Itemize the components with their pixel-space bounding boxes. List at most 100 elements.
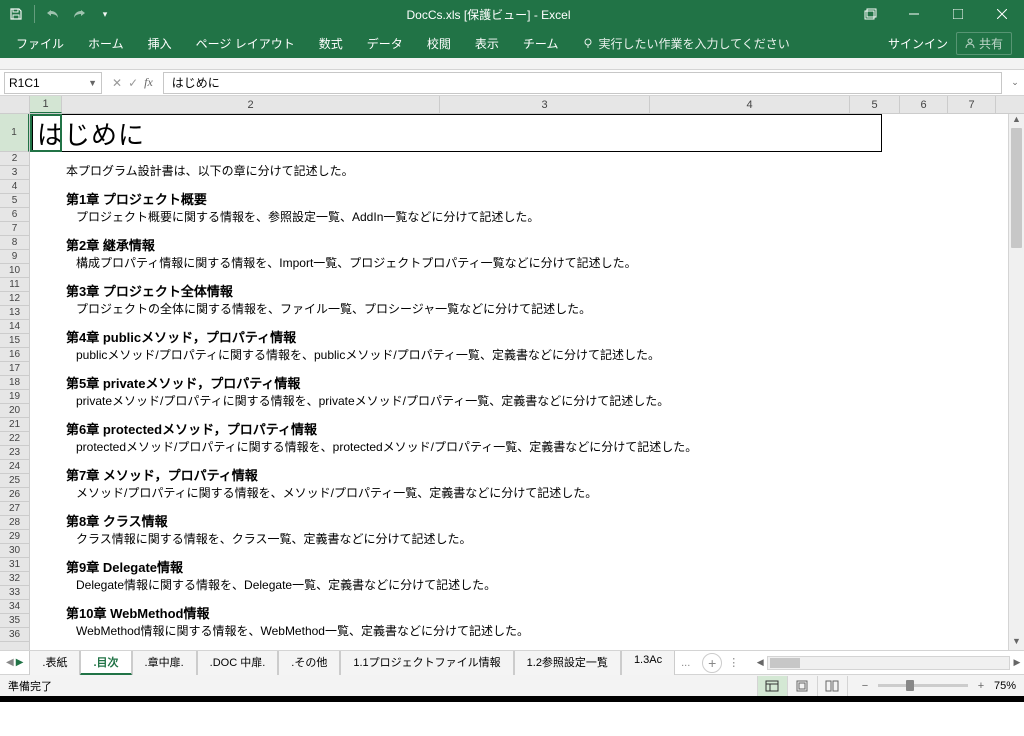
vertical-scrollbar[interactable]: ▲ ▼ bbox=[1008, 114, 1024, 650]
row-header[interactable]: 8 bbox=[0, 236, 29, 250]
tab-page-layout[interactable]: ページ レイアウト bbox=[184, 28, 307, 58]
save-icon[interactable] bbox=[8, 6, 24, 22]
tab-view[interactable]: 表示 bbox=[463, 28, 511, 58]
column-header[interactable]: 2 bbox=[62, 96, 440, 113]
row-header[interactable]: 18 bbox=[0, 376, 29, 390]
row-header[interactable]: 9 bbox=[0, 250, 29, 264]
tab-review[interactable]: 校閲 bbox=[415, 28, 463, 58]
row-header[interactable]: 28 bbox=[0, 516, 29, 530]
view-page-break-button[interactable] bbox=[818, 676, 848, 696]
row-header[interactable]: 4 bbox=[0, 180, 29, 194]
row-header[interactable]: 26 bbox=[0, 488, 29, 502]
tab-data[interactable]: データ bbox=[355, 28, 415, 58]
sheet-tab[interactable]: .目次 bbox=[80, 651, 131, 675]
maximize-button[interactable] bbox=[936, 0, 980, 28]
new-sheet-button[interactable]: + bbox=[702, 653, 722, 673]
chevron-down-icon[interactable]: ▼ bbox=[88, 78, 97, 88]
column-header[interactable]: 5 bbox=[850, 96, 900, 113]
tab-file[interactable]: ファイル bbox=[4, 28, 76, 58]
sheet-nav-prev-icon[interactable]: ◀ bbox=[6, 657, 14, 668]
row-header[interactable]: 34 bbox=[0, 600, 29, 614]
enter-icon[interactable]: ✓ bbox=[128, 76, 138, 90]
column-header[interactable]: 3 bbox=[440, 96, 650, 113]
row-header[interactable]: 35 bbox=[0, 614, 29, 628]
row-header[interactable]: 10 bbox=[0, 264, 29, 278]
sheet-nav-next-icon[interactable]: ▶ bbox=[16, 657, 24, 668]
tab-split-handle[interactable]: ⋮ bbox=[722, 656, 745, 669]
row-header[interactable]: 30 bbox=[0, 544, 29, 558]
tab-insert[interactable]: 挿入 bbox=[136, 28, 184, 58]
row-header[interactable]: 6 bbox=[0, 208, 29, 222]
row-header[interactable]: 21 bbox=[0, 418, 29, 432]
row-header[interactable]: 24 bbox=[0, 460, 29, 474]
row-header[interactable]: 20 bbox=[0, 404, 29, 418]
hscroll-left-icon[interactable]: ◀ bbox=[753, 657, 767, 668]
row-header[interactable]: 11 bbox=[0, 278, 29, 292]
minimize-button[interactable] bbox=[892, 0, 936, 28]
sheet-tabs-more[interactable]: ... bbox=[675, 657, 696, 669]
scroll-down-icon[interactable]: ▼ bbox=[1009, 636, 1024, 650]
hscroll-right-icon[interactable]: ▶ bbox=[1010, 657, 1024, 668]
row-header[interactable]: 22 bbox=[0, 432, 29, 446]
row-header[interactable]: 15 bbox=[0, 334, 29, 348]
row-header[interactable]: 33 bbox=[0, 586, 29, 600]
row-header[interactable]: 3 bbox=[0, 166, 29, 180]
row-header[interactable]: 29 bbox=[0, 530, 29, 544]
close-button[interactable] bbox=[980, 0, 1024, 28]
redo-icon[interactable] bbox=[71, 6, 87, 22]
zoom-slider-knob[interactable] bbox=[906, 680, 914, 691]
sheet-tab[interactable]: 1.1プロジェクトファイル情報 bbox=[340, 651, 513, 675]
scroll-up-icon[interactable]: ▲ bbox=[1009, 114, 1024, 128]
qat-customize-icon[interactable]: ▾ bbox=[97, 6, 113, 22]
column-header[interactable]: 4 bbox=[650, 96, 850, 113]
row-header[interactable]: 25 bbox=[0, 474, 29, 488]
view-page-layout-button[interactable] bbox=[788, 676, 818, 696]
column-header[interactable]: 1 bbox=[30, 96, 62, 113]
horizontal-scrollbar[interactable] bbox=[767, 656, 1010, 670]
sheet-tab[interactable]: .表紙 bbox=[29, 651, 80, 675]
formula-input[interactable]: はじめに bbox=[163, 72, 1002, 94]
row-header[interactable]: 32 bbox=[0, 572, 29, 586]
cancel-icon[interactable]: ✕ bbox=[112, 76, 122, 90]
fx-icon[interactable]: fx bbox=[144, 75, 153, 90]
sheet-tab[interactable]: .その他 bbox=[278, 651, 340, 675]
cells-area[interactable]: はじめに 本プログラム設計書は、以下の章に分けて記述した。 第1章 プロジェクト… bbox=[30, 114, 1024, 650]
name-box[interactable]: R1C1 ▼ bbox=[4, 72, 102, 94]
ribbon-display-options-icon[interactable] bbox=[856, 0, 886, 28]
formula-expand-icon[interactable]: ⌄ bbox=[1006, 77, 1024, 88]
zoom-level[interactable]: 75% bbox=[994, 680, 1016, 692]
zoom-in-button[interactable]: + bbox=[974, 680, 988, 692]
row-header[interactable]: 2 bbox=[0, 152, 29, 166]
row-header[interactable]: 19 bbox=[0, 390, 29, 404]
hscroll-thumb[interactable] bbox=[770, 658, 800, 668]
row-header[interactable]: 16 bbox=[0, 348, 29, 362]
tab-team[interactable]: チーム bbox=[511, 28, 571, 58]
tab-formulas[interactable]: 数式 bbox=[307, 28, 355, 58]
row-header[interactable]: 27 bbox=[0, 502, 29, 516]
view-normal-button[interactable] bbox=[758, 676, 788, 696]
row-header[interactable]: 17 bbox=[0, 362, 29, 376]
row-header[interactable]: 31 bbox=[0, 558, 29, 572]
select-all-cell[interactable] bbox=[0, 96, 30, 113]
sheet-tab[interactable]: 1.2参照設定一覧 bbox=[514, 651, 621, 675]
zoom-slider[interactable] bbox=[878, 684, 968, 687]
tell-me-search[interactable]: 実行したい作業を入力してください bbox=[570, 35, 789, 52]
row-header[interactable]: 5 bbox=[0, 194, 29, 208]
share-button[interactable]: 共有 bbox=[956, 32, 1012, 55]
sheet-tab[interactable]: 1.3Ac bbox=[621, 651, 675, 675]
scroll-thumb[interactable] bbox=[1011, 128, 1022, 248]
row-header[interactable]: 12 bbox=[0, 292, 29, 306]
row-header[interactable]: 1 bbox=[0, 114, 29, 152]
undo-icon[interactable] bbox=[45, 6, 61, 22]
column-header[interactable]: 6 bbox=[900, 96, 948, 113]
zoom-out-button[interactable]: − bbox=[858, 680, 872, 692]
row-header[interactable]: 23 bbox=[0, 446, 29, 460]
column-header[interactable]: 7 bbox=[948, 96, 996, 113]
row-header[interactable]: 7 bbox=[0, 222, 29, 236]
sheet-tab[interactable]: .DOC 中扉. bbox=[197, 651, 279, 675]
row-header[interactable]: 14 bbox=[0, 320, 29, 334]
tab-home[interactable]: ホーム bbox=[76, 28, 136, 58]
sign-in-link[interactable]: サインイン bbox=[888, 35, 948, 52]
sheet-tab[interactable]: .章中扉. bbox=[132, 651, 197, 675]
row-header[interactable]: 36 bbox=[0, 628, 29, 642]
